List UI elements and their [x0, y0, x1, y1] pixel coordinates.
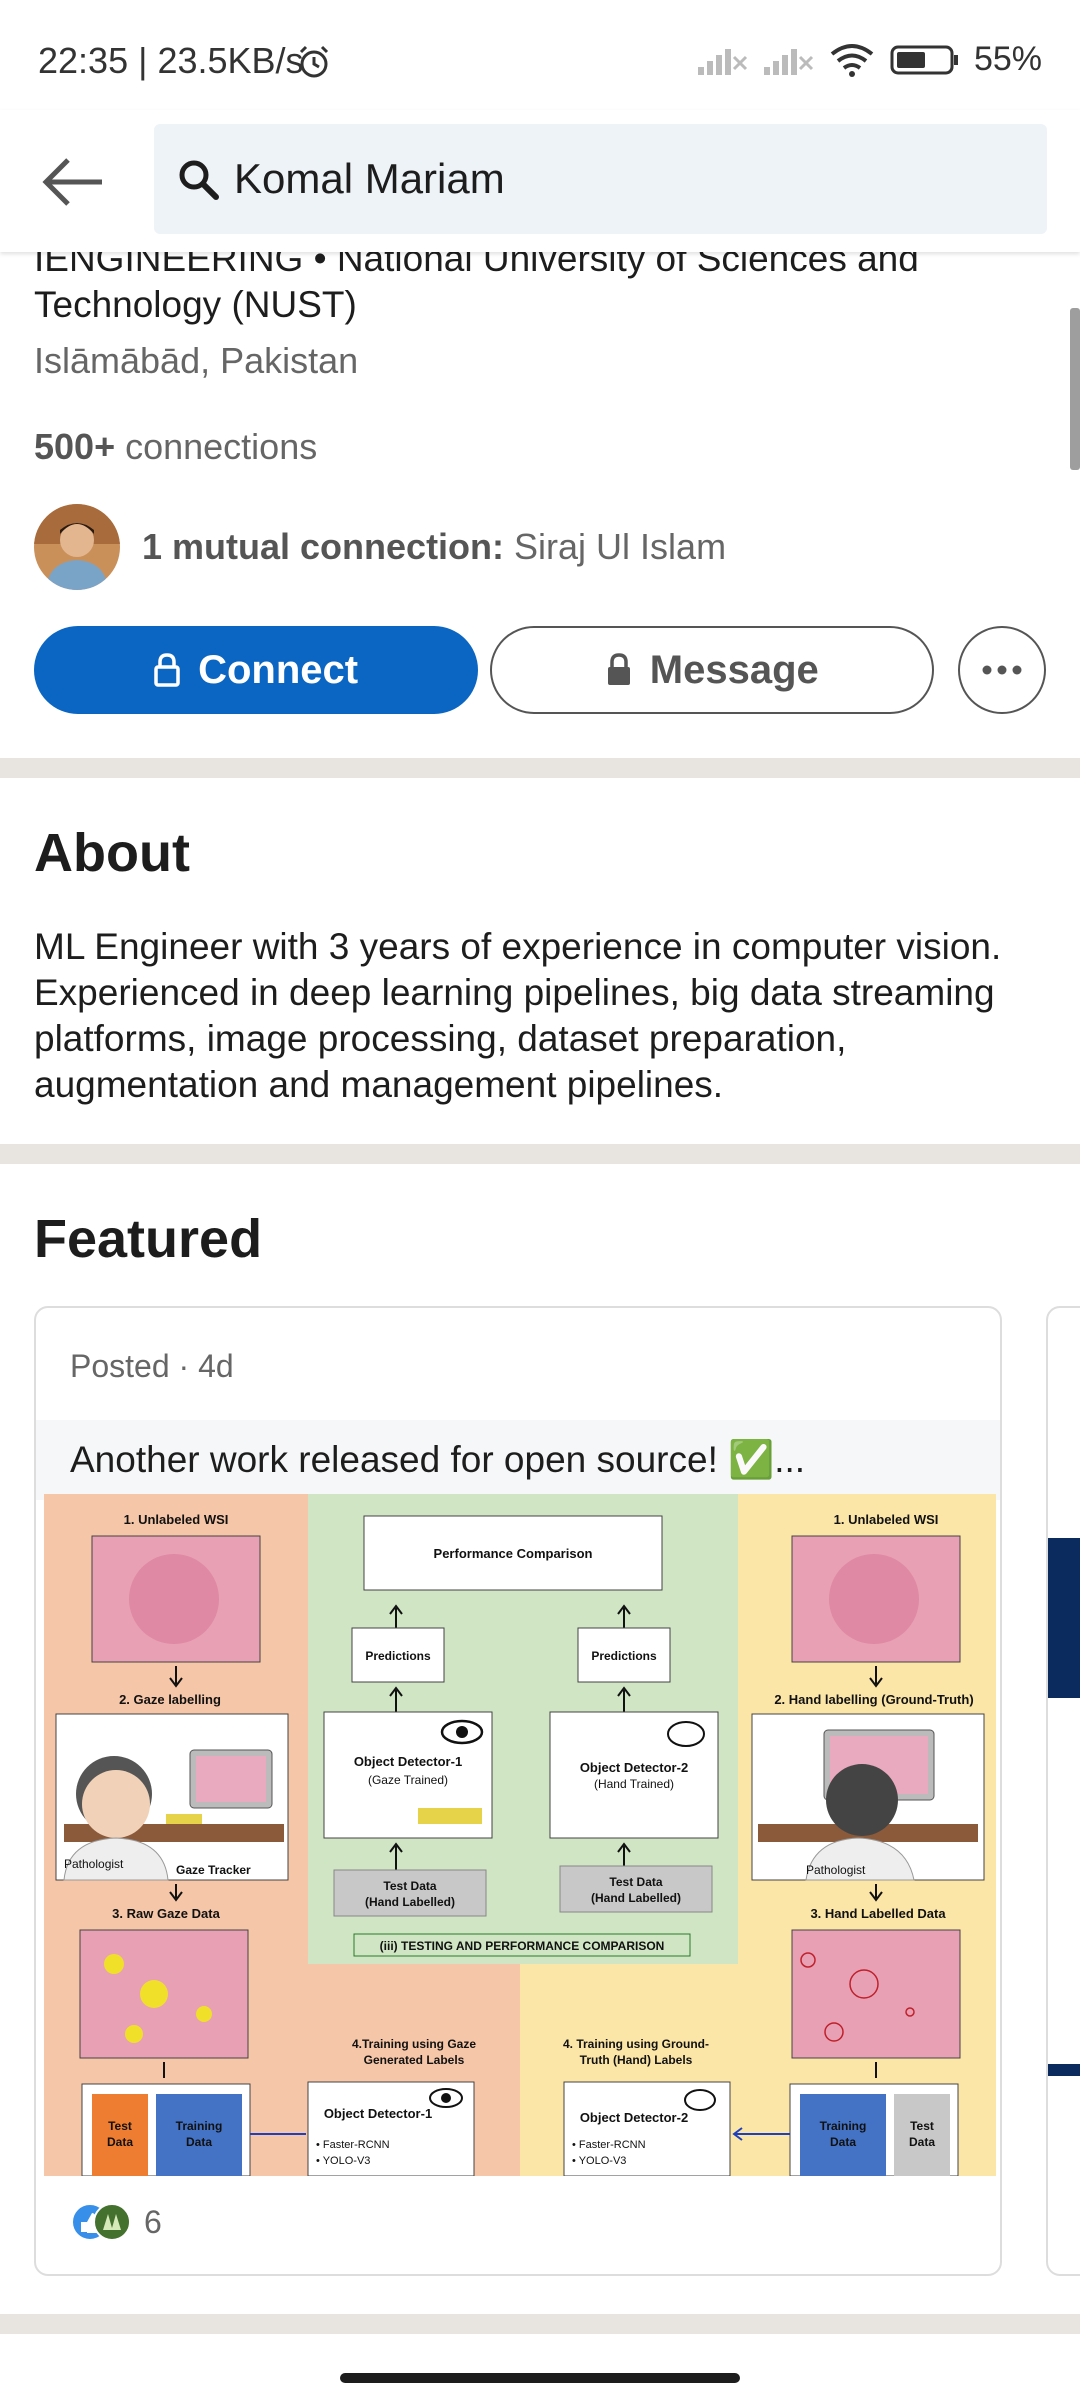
connect-button[interactable]: Connect: [34, 626, 479, 714]
scrollbar[interactable]: [1070, 308, 1080, 470]
testing-banner: (iii) TESTING AND PERFORMANCE COMPARISON: [380, 1939, 665, 1953]
hand-labelled-data-title: 3. Hand Labelled Data: [810, 1906, 946, 1921]
connections-label: connections: [115, 426, 318, 467]
battery-percent: 55%: [973, 40, 1042, 78]
mutual-avatar: [34, 504, 120, 590]
od1-sub-label: (Gaze Trained): [368, 1773, 448, 1787]
right-test-label: Test: [910, 2119, 934, 2133]
performance-comparison-label: Performance Comparison: [434, 1546, 593, 1561]
test-data-2-label: Test Data: [609, 1875, 662, 1889]
train-gt-title-1: 4. Training using Ground-: [563, 2037, 709, 2051]
od2-faster-rcnn: • Faster-RCNN: [572, 2139, 646, 2151]
right-training-label: Training: [820, 2119, 867, 2133]
post-image[interactable]: 1. Unlabeled WSI 2. Gaze labelling Patho…: [44, 1494, 996, 2176]
connections-count[interactable]: 500+ connections: [34, 426, 317, 468]
post-meta: Posted · 4d: [70, 1348, 234, 1384]
featured-title: Featured: [34, 1209, 263, 1269]
train-gt-title-2: Truth (Hand) Labels: [580, 2053, 693, 2067]
more-button[interactable]: [958, 626, 1047, 714]
left-title: 1. Unlabeled WSI: [124, 1512, 229, 1527]
od1-center-label: Object Detector-1: [354, 1754, 462, 1769]
about-text[interactable]: ML Engineer with 3 years of experience i…: [34, 924, 1044, 1108]
status-time: 22:35 | 23.5KB/s: [38, 40, 304, 81]
message-button[interactable]: Message: [490, 626, 935, 714]
od2-center-label: Object Detector-2: [580, 1760, 688, 1775]
right-training-data-label: Data: [830, 2135, 856, 2149]
more-dots-icon: [982, 665, 1022, 675]
right-test-data-label: Data: [909, 2135, 935, 2149]
section-divider: [0, 758, 1080, 778]
od1-train-label: Object Detector-1: [324, 2106, 432, 2121]
right-title: 1. Unlabeled WSI: [834, 1512, 939, 1527]
od2-sub-label: (Hand Trained): [594, 1777, 674, 1791]
post-text[interactable]: Another work released for open source! ✅…: [36, 1420, 1000, 1500]
mouse-icon: [667, 1721, 705, 1747]
training-box-label: Training: [176, 2119, 223, 2133]
pathologist-label: Pathologist: [64, 1857, 124, 1871]
predictions-2-label: Predictions: [591, 1649, 657, 1663]
hand-labelling-title: 2. Hand labelling (Ground-Truth): [774, 1692, 973, 1707]
featured-post-card[interactable]: Posted · 4d Another work released for op…: [34, 1306, 1002, 2276]
next-featured-card[interactable]: [1046, 1306, 1080, 2276]
gaze-labelling-title: 2. Gaze labelling: [119, 1692, 221, 1707]
reaction-icons: [71, 2203, 131, 2241]
status-bar: 22:35 | 23.5KB/s 55%: [0, 0, 1080, 120]
test-box-label: Test: [108, 2119, 132, 2133]
search-query[interactable]: Komal Mariam: [234, 155, 505, 203]
pathologist-right-label: Pathologist: [806, 1863, 866, 1877]
profile-location: Islāmābād, Pakistan: [34, 340, 359, 381]
status-icons: 55%: [696, 40, 1042, 79]
section-divider: [0, 2314, 1080, 2334]
workflow-diagram: 1. Unlabeled WSI 2. Gaze labelling Patho…: [44, 1494, 996, 2176]
profile-actions: Connect Message: [34, 626, 1047, 714]
predictions-1-label: Predictions: [365, 1649, 431, 1663]
train-gaze-title-2: Generated Labels: [364, 2053, 465, 2067]
signal-2-icon: [763, 48, 813, 75]
mutual-connection[interactable]: 1 mutual connection: Siraj Ul Islam: [34, 504, 726, 590]
hand-labelled-1-label: (Hand Labelled): [365, 1895, 455, 1909]
mutual-text: 1 mutual connection: Siraj Ul Islam: [142, 526, 726, 568]
lock-icon: [607, 653, 630, 685]
test-data-1-label: Test Data: [383, 1879, 436, 1893]
search-icon: [179, 160, 219, 200]
home-indicator[interactable]: [340, 2373, 740, 2383]
reaction-count: 6: [144, 2203, 162, 2240]
battery-icon: [890, 45, 958, 74]
data-box-label: Data: [107, 2135, 133, 2149]
mutual-name: Siraj Ul Islam: [514, 526, 727, 567]
section-divider: [0, 1144, 1080, 1164]
alarm-icon: [299, 45, 329, 78]
od1-faster-rcnn: • Faster-RCNN: [316, 2139, 390, 2151]
mutual-label: 1 mutual connection:: [142, 526, 515, 567]
post-reactions[interactable]: 6: [70, 2202, 162, 2242]
search-header: Komal Mariam: [0, 110, 1080, 252]
connections-number: 500+: [34, 426, 116, 467]
connect-label: Connect: [198, 647, 359, 692]
back-arrow-icon[interactable]: [38, 152, 108, 212]
od2-train-label: Object Detector-2: [580, 2110, 688, 2125]
search-bar[interactable]: Komal Mariam: [154, 124, 1047, 234]
raw-gaze-title: 3. Raw Gaze Data: [112, 1906, 220, 1921]
celebrate-icon: [93, 2203, 131, 2241]
lock-icon: [154, 653, 180, 687]
linkedin-profile-screen: 22:35 | 23.5KB/s 55% Komal Mariam IENGIN…: [0, 0, 1080, 2400]
training-data-label: Data: [186, 2135, 212, 2149]
gaze-tracker-label: Gaze Tracker: [176, 1863, 251, 1877]
about-title: About: [34, 823, 190, 883]
signal-1-icon: [697, 48, 747, 75]
od1-yolo: • YOLO-V3: [316, 2155, 370, 2167]
wifi-icon: [830, 43, 874, 77]
hand-labelled-2-label: (Hand Labelled): [591, 1891, 681, 1905]
od2-yolo: • YOLO-V3: [572, 2155, 626, 2167]
train-gaze-title-1: 4.Training using Gaze: [352, 2037, 476, 2051]
message-label: Message: [649, 647, 819, 692]
